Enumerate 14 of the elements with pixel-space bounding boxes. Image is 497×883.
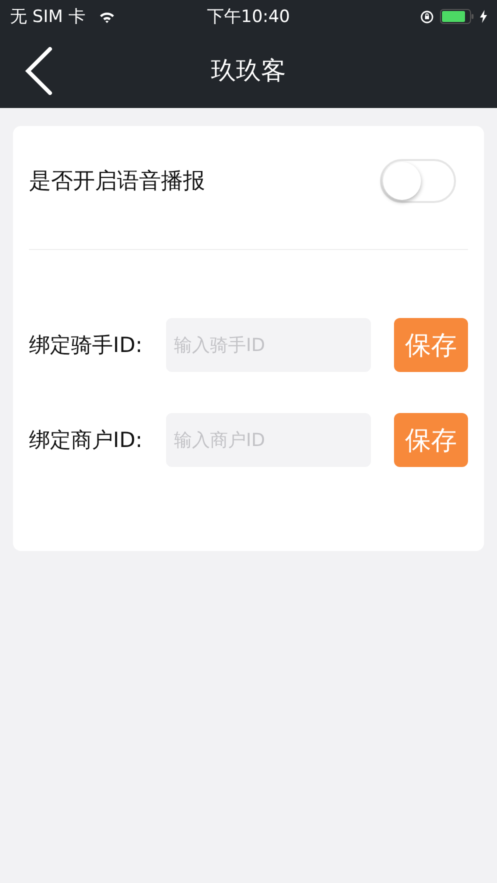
back-icon[interactable] [24, 47, 54, 95]
page-title: 玖玖客 [211, 55, 286, 87]
charging-icon [480, 10, 487, 23]
battery-icon [440, 9, 474, 24]
voice-broadcast-switch[interactable] [380, 159, 456, 203]
save-button[interactable]: 保存 [394, 413, 468, 467]
save-button[interactable]: 保存 [394, 318, 468, 372]
clock-time: 下午10:40 [207, 6, 290, 28]
voice-broadcast-label: 是否开启语音播报 [29, 168, 205, 196]
carrier-text: 无 SIM 卡 [10, 6, 86, 28]
binding-label: 绑定商户ID: [29, 427, 144, 454]
binding-label: 绑定骑手ID: [29, 332, 144, 359]
wifi-icon [99, 10, 116, 22]
rotation-lock-icon [420, 10, 434, 24]
